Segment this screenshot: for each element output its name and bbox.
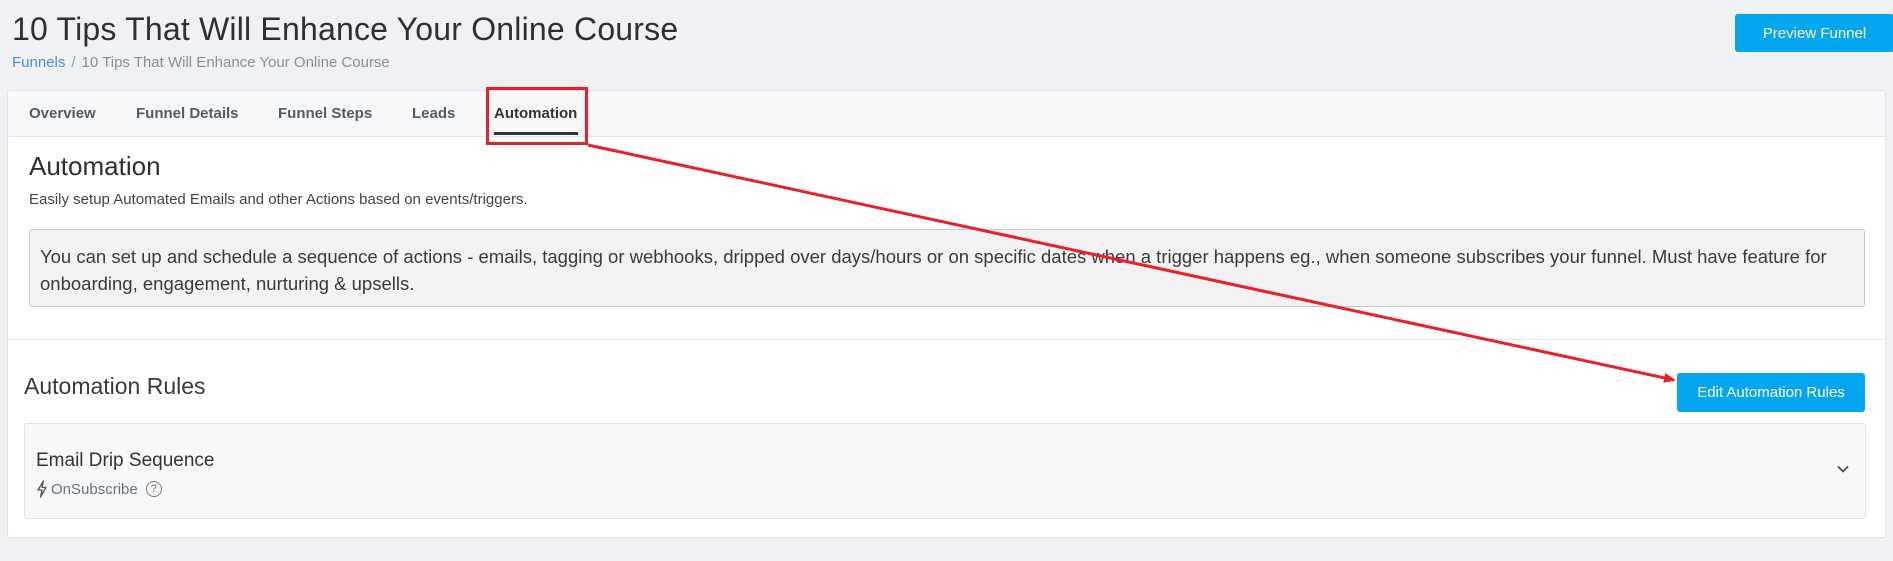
tab-overview[interactable]: Overview xyxy=(29,105,96,122)
tab-funnel-steps[interactable]: Funnel Steps xyxy=(278,105,372,122)
active-tab-indicator xyxy=(494,132,578,135)
automation-title: Automation xyxy=(29,151,161,181)
rule-trigger: OnSubscribe ? xyxy=(36,480,162,498)
breadcrumb-current: 10 Tips That Will Enhance Your Online Co… xyxy=(81,54,390,71)
edit-automation-rules-button[interactable]: Edit Automation Rules xyxy=(1677,373,1865,412)
preview-funnel-button[interactable]: Preview Funnel xyxy=(1735,14,1893,52)
tab-funnel-details[interactable]: Funnel Details xyxy=(136,105,239,122)
breadcrumb: Funnels / 10 Tips That Will Enhance Your O… xyxy=(12,54,390,71)
breadcrumb-funnels-link[interactable]: Funnels xyxy=(12,54,65,71)
automation-rules-title: Automation Rules xyxy=(24,373,206,399)
lightning-bolt-icon xyxy=(37,480,47,498)
automation-rule-item[interactable]: Email Drip Sequence OnSubscribe ? xyxy=(24,423,1866,519)
chevron-down-icon[interactable] xyxy=(1835,461,1851,477)
breadcrumb-separator: / xyxy=(71,54,76,71)
rule-name: Email Drip Sequence xyxy=(36,450,215,471)
help-icon[interactable]: ? xyxy=(145,481,162,497)
section-divider xyxy=(8,339,1885,340)
trigger-label: OnSubscribe xyxy=(51,480,138,498)
page-title: 10 Tips That Will Enhance Your Online Co… xyxy=(12,11,679,47)
funnel-card: Overview Funnel Details Funnel Steps Lea… xyxy=(7,90,1886,538)
tab-leads[interactable]: Leads xyxy=(412,105,455,122)
tab-bar: Overview Funnel Details Funnel Steps Lea… xyxy=(8,91,1885,137)
automation-subtitle: Easily setup Automated Emails and other … xyxy=(29,191,528,208)
automation-info-box: You can set up and schedule a sequence o… xyxy=(29,229,1865,307)
tab-automation[interactable]: Automation xyxy=(494,105,577,122)
